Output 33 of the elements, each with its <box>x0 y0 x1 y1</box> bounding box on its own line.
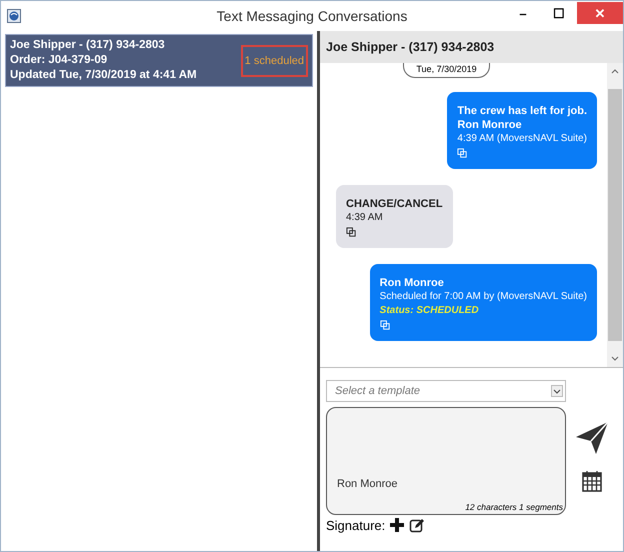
message-text: Ron Monroe <box>380 276 445 290</box>
signature-label: Signature: <box>326 518 386 532</box>
scroll-down-icon[interactable] <box>611 356 619 362</box>
scheduled-count: 1 scheduled <box>240 44 308 76</box>
dropdown-icon[interactable] <box>551 385 563 397</box>
app-icon <box>7 9 21 23</box>
maximize-button[interactable]: ☐ <box>541 2 577 24</box>
message-input[interactable]: Ron Monroe 12 characters 1 segments <box>326 407 566 515</box>
close-button[interactable]: ✕ <box>577 2 623 24</box>
template-dropdown[interactable]: Select a template <box>326 380 566 402</box>
date-pill: Tue, 7/30/2019 <box>403 63 490 78</box>
message-text: 4:39 AM (MoversNAVL Suite) <box>457 132 587 146</box>
add-icon[interactable] <box>389 517 406 533</box>
calendar-icon[interactable] <box>582 470 602 492</box>
conversation-title: Joe Shipper - (317) 934-2803 <box>326 40 494 54</box>
window-title: Text Messaging Conversations <box>216 8 408 24</box>
minimize-button[interactable]: – <box>505 2 541 24</box>
copy-icon[interactable] <box>346 227 357 238</box>
edit-icon[interactable] <box>409 517 426 533</box>
message-text: The crew has left for job. <box>457 104 587 118</box>
order-number: Order: J04-379-09 <box>10 53 108 68</box>
scrollbar[interactable] <box>607 63 623 367</box>
scroll-up-icon[interactable] <box>611 68 619 74</box>
updated-time: Updated Tue, 7/30/2019 at 4:41 AM <box>10 68 197 83</box>
message-text: Scheduled for 7:00 AM by (MoversNAVL Suite) <box>380 290 587 304</box>
message-text: 4:39 AM <box>346 211 384 225</box>
message-text: Status: SCHEDULED <box>380 304 480 318</box>
message-text: Ron Monroe <box>457 118 523 132</box>
conversation-item[interactable]: Joe Shipper - (317) 934-2803 Order: J04-379-09 Updated Tue, 7/30/2019 at 4:41 AM 1 scheduled <box>5 34 313 87</box>
character-counter: 12 characters 1 segments <box>465 502 563 512</box>
send-icon[interactable] <box>574 420 610 456</box>
message-text: CHANGE/CANCEL <box>346 197 443 211</box>
contact-name: Joe Shipper - (317) 934-2803 <box>10 38 166 53</box>
